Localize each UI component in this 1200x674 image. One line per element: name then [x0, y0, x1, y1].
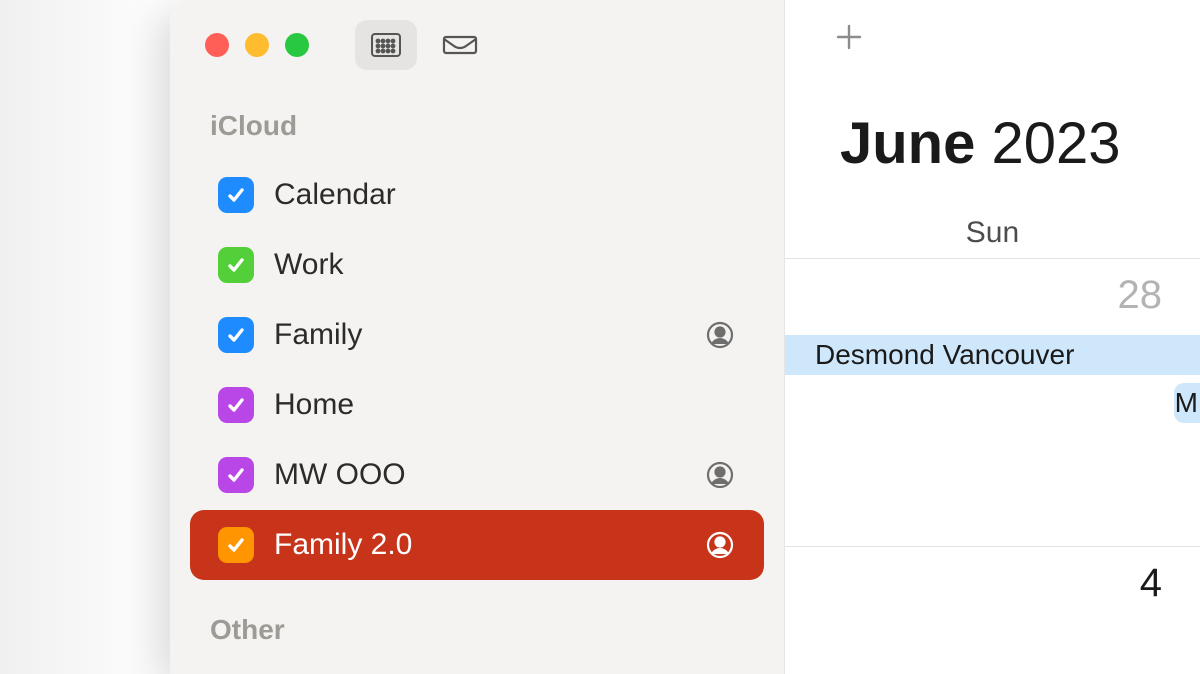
main-content: June 2023 Sun 28 Desmond Vancouver M 4	[785, 0, 1200, 674]
window-controls	[205, 33, 309, 57]
shared-person-icon	[704, 319, 736, 351]
calendar-item-home[interactable]: Home	[190, 370, 764, 440]
day-number: 4	[1140, 561, 1162, 606]
maximize-window-button[interactable]	[285, 33, 309, 57]
calendar-item-label: Family	[274, 318, 684, 352]
calendar-item-label: Calendar	[274, 178, 736, 212]
checkmark-icon	[226, 185, 246, 205]
month-label: June	[840, 111, 975, 176]
shared-person-icon	[704, 459, 736, 491]
calendar-checkbox[interactable]	[218, 457, 254, 493]
sidebar-toolbar	[355, 20, 491, 70]
calendar-checkbox[interactable]	[218, 247, 254, 283]
day-number: 28	[1118, 273, 1163, 318]
event-title: Desmond Vancouver	[815, 339, 1074, 371]
calendar-item-work[interactable]: Work	[190, 230, 764, 300]
event-title: M	[1175, 387, 1198, 419]
checkmark-icon	[226, 395, 246, 415]
calendar-checkbox[interactable]	[218, 527, 254, 563]
inbox-toolbar-button[interactable]	[429, 20, 491, 70]
sidebar-section-other: Other	[170, 580, 784, 664]
day-of-week-header: Sun	[785, 207, 1200, 259]
day-cell[interactable]: 4	[785, 547, 1200, 647]
calendar-checkbox[interactable]	[218, 317, 254, 353]
sidebar: iCloud Calendar Work Family	[170, 0, 785, 674]
calendar-item-label: Family 2.0	[274, 528, 684, 562]
calendar-list: Calendar Work Family	[170, 160, 784, 580]
calendar-item-family[interactable]: Family	[190, 300, 764, 370]
add-event-button[interactable]	[835, 23, 863, 57]
sidebar-section-icloud: iCloud	[170, 70, 784, 160]
event-allday-overflow[interactable]: M	[1174, 383, 1200, 423]
calendar-item-label: Home	[274, 388, 736, 422]
shared-person-icon	[704, 529, 736, 561]
calendars-toolbar-button[interactable]	[355, 20, 417, 70]
year-label: 2023	[992, 111, 1121, 176]
checkmark-icon	[226, 325, 246, 345]
checkmark-icon	[226, 535, 246, 555]
calendar-checkbox[interactable]	[218, 177, 254, 213]
calendar-item-calendar[interactable]: Calendar	[190, 160, 764, 230]
checkmark-icon	[226, 465, 246, 485]
calendar-grid-icon	[370, 31, 402, 59]
calendar-window: iCloud Calendar Work Family	[170, 0, 1200, 674]
background-gradient	[0, 0, 180, 674]
calendar-item-family-2[interactable]: Family 2.0	[190, 510, 764, 580]
main-toolbar	[785, 0, 1200, 80]
close-window-button[interactable]	[205, 33, 229, 57]
calendar-item-label: Work	[274, 248, 736, 282]
day-cell[interactable]: 28 Desmond Vancouver M	[785, 259, 1200, 547]
calendar-item-label: MW OOO	[274, 458, 684, 492]
event-allday[interactable]: Desmond Vancouver	[785, 335, 1200, 375]
titlebar	[170, 20, 784, 70]
inbox-icon	[442, 31, 478, 59]
minimize-window-button[interactable]	[245, 33, 269, 57]
month-title: June 2023	[785, 80, 1200, 207]
checkmark-icon	[226, 255, 246, 275]
calendar-checkbox[interactable]	[218, 387, 254, 423]
plus-icon	[835, 23, 863, 51]
calendar-item-mw-ooo[interactable]: MW OOO	[190, 440, 764, 510]
